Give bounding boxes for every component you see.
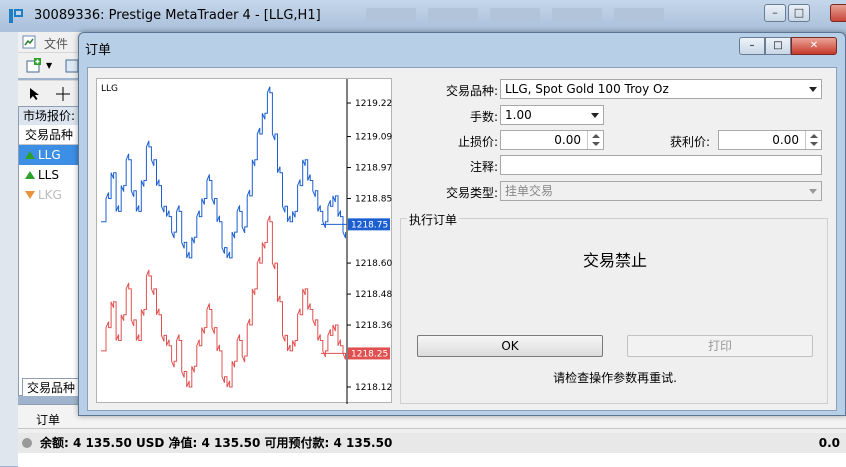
- terminal-tab-orders[interactable]: 订单: [36, 411, 60, 428]
- balance-status-icon: [22, 438, 32, 448]
- y-tick-label: 1218.85: [355, 195, 392, 205]
- app-restore-button[interactable]: □: [788, 4, 810, 22]
- symbol-row-lkg[interactable]: LKG: [19, 185, 85, 205]
- volume-select-value: 1.00: [505, 108, 532, 122]
- execute-order-group: 执行订单 交易禁止 OK 打印 请检查操作参数再重试.: [400, 211, 828, 404]
- crosshair-icon[interactable]: [56, 87, 70, 101]
- y-tick-label: 1218.36: [355, 321, 392, 331]
- terminal-bottom: [18, 453, 846, 467]
- dialog-title: 订单: [85, 43, 112, 58]
- document-menu-icon[interactable]: [22, 35, 36, 49]
- app-minimize-button[interactable]: –: [764, 4, 786, 22]
- dialog-close-button[interactable]: ✕: [791, 37, 837, 55]
- order-dialog: 订单 – □ ✕ LLG 1219.22 1219.09 1218.97 1218.85…: [78, 32, 846, 416]
- app-title: 30089336: Prestige MetaTrader 4 - [LLG,H…: [34, 8, 321, 23]
- symbol-row-llg[interactable]: LLG: [19, 145, 85, 165]
- ask-price-label: 1218.75: [351, 220, 388, 230]
- app-titlebar: 30089336: Prestige MetaTrader 4 - [LLG,H…: [0, 0, 846, 32]
- take-profit-label: 获利价:: [669, 135, 710, 149]
- y-tick-label: 1218.48: [355, 290, 392, 300]
- market-watch-column-header[interactable]: 交易品种: [19, 125, 85, 145]
- chevron-down-icon: [809, 189, 817, 194]
- app-logo-icon: [9, 9, 23, 23]
- left-frame: [0, 32, 18, 466]
- app-close-button[interactable]: [830, 4, 846, 22]
- bid-price-label: 1218.25: [351, 349, 388, 359]
- bid-series-line: [101, 215, 346, 388]
- symbol-name: LKG: [38, 188, 62, 202]
- take-profit-spinner[interactable]: [805, 131, 821, 149]
- order-type-value: 挂单交易: [505, 184, 554, 198]
- arrow-up-icon: [25, 151, 35, 159]
- balance-text: 余额: 4 135.50 USD 净值: 4 135.50 可用预付款: 4 1…: [40, 436, 393, 450]
- ok-button[interactable]: OK: [417, 335, 603, 357]
- market-watch-title: 市场报价:: [19, 107, 85, 125]
- retry-hint: 请检查操作参数再重试.: [553, 371, 677, 385]
- y-tick-label: 1218.97: [355, 164, 392, 174]
- arrow-down-icon: [25, 191, 35, 199]
- blurred-background-tabs: [360, 4, 720, 26]
- dialog-maximize-button[interactable]: □: [765, 37, 791, 55]
- execute-order-group-title: 执行订单: [407, 211, 460, 228]
- balance-row: 余额: 4 135.50 USD 净值: 4 135.50 可用预付款: 4 1…: [18, 433, 846, 453]
- tick-chart: LLG 1219.22 1219.09 1218.97 1218.85 1218.60 12…: [96, 78, 392, 404]
- symbol-name: LLG: [38, 148, 61, 162]
- cursor-icon[interactable]: [28, 87, 42, 101]
- symbol-label: 交易品种:: [445, 84, 498, 98]
- order-type-select[interactable]: 挂单交易: [500, 181, 822, 201]
- market-watch-panel: 市场报价: 交易品种 LLG LLS LKG: [18, 106, 86, 396]
- y-tick-label: 1219.09: [355, 133, 392, 143]
- take-profit-value: 0.00: [772, 133, 799, 147]
- print-button[interactable]: 打印: [627, 335, 813, 357]
- symbol-select[interactable]: LLG, Spot Gold 100 Troy Oz: [500, 79, 822, 99]
- stop-loss-label: 止损价:: [457, 135, 498, 149]
- volume-label: 手数:: [469, 110, 498, 124]
- dialog-titlebar: 订单 – □ ✕: [79, 33, 845, 61]
- y-tick-label: 1219.22: [355, 99, 392, 109]
- new-chart-icon[interactable]: [26, 58, 42, 74]
- dropdown-arrow-icon[interactable]: ▼: [46, 61, 52, 70]
- symbol-select-value: LLG, Spot Gold 100 Troy Oz: [505, 82, 669, 96]
- chevron-down-icon: [809, 87, 817, 92]
- y-tick-label: 1218.60: [355, 259, 392, 269]
- menu-file[interactable]: 文件: [44, 35, 68, 52]
- dialog-body: LLG 1219.22 1219.09 1218.97 1218.85 1218.60 12…: [87, 67, 837, 411]
- balance-right-value: 0.0: [818, 436, 840, 450]
- y-tick-label: 1218.12: [355, 383, 392, 393]
- ask-series-line: [101, 86, 346, 259]
- chart-title: LLG: [101, 84, 118, 94]
- dialog-minimize-button[interactable]: –: [739, 37, 765, 55]
- comment-input[interactable]: [500, 155, 822, 175]
- order-type-label: 交易类型:: [445, 186, 498, 200]
- chevron-down-icon: [591, 113, 599, 118]
- symbol-row-lls[interactable]: LLS: [19, 165, 85, 185]
- comment-label: 注释:: [469, 160, 498, 174]
- take-profit-input[interactable]: 0.00: [718, 130, 822, 150]
- trade-disabled-status: 交易禁止: [582, 251, 647, 270]
- stop-loss-spinner[interactable]: [587, 131, 603, 149]
- stop-loss-input[interactable]: 0.00: [500, 130, 604, 150]
- arrow-up-icon: [25, 171, 35, 179]
- tick-chart-svg: LLG 1219.22 1219.09 1218.97 1218.85 1218.60 12…: [101, 79, 392, 404]
- symbol-name: LLS: [38, 168, 59, 182]
- stop-loss-value: 0.00: [554, 133, 581, 147]
- volume-select[interactable]: 1.00: [500, 105, 604, 125]
